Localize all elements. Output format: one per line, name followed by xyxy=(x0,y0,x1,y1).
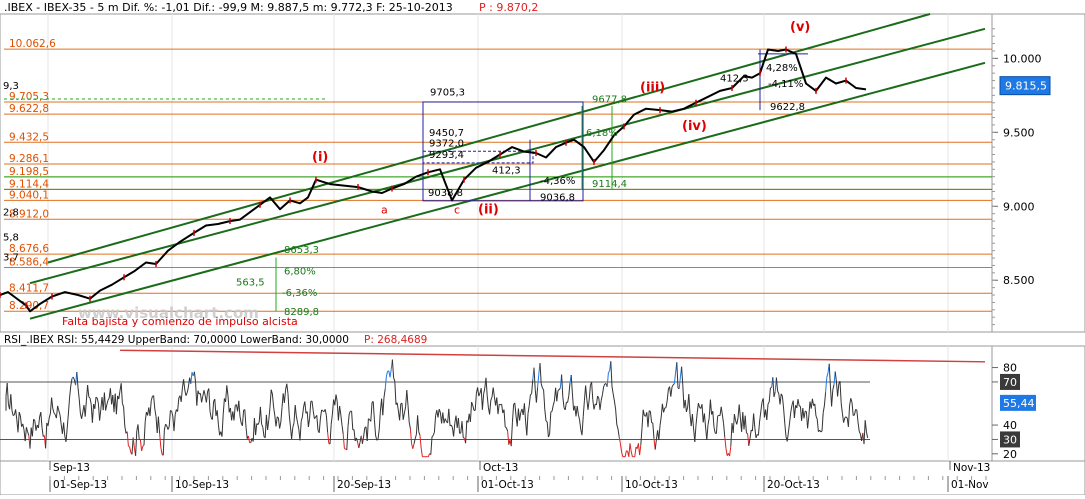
price-level-label: 9.705,3 xyxy=(9,91,49,103)
rsi-segment xyxy=(626,451,627,452)
chart-annotation: 412,3 xyxy=(492,166,521,177)
chart-annotation: c xyxy=(454,204,460,217)
chart-annotation: 9372,0 xyxy=(429,138,464,149)
y-tick-label: 9.500 xyxy=(1003,126,1035,139)
rsi-segment xyxy=(770,387,771,388)
chart-annotation: 9705,3 xyxy=(430,87,465,98)
rsi-segment xyxy=(649,411,650,412)
chart-annotation: 6,80% xyxy=(284,266,316,277)
partial-level-label: 5,8 xyxy=(3,233,19,244)
y-tick-label: 10.000 xyxy=(1003,52,1042,65)
partial-level-label: 3,7 xyxy=(3,252,19,263)
chart-annotation: 9622,8 xyxy=(770,102,805,113)
chart-annotation: (i) xyxy=(312,150,328,165)
chart-footnote: Falta bajista y comienzo de impulso alci… xyxy=(62,315,298,328)
rsi-legend-p: P: 268,4689 xyxy=(364,334,427,346)
chart-annotation: (ii) xyxy=(478,203,499,218)
x-month-label: Oct-13 xyxy=(483,462,518,474)
rsi-y-tick-label: 70 xyxy=(1003,376,1017,389)
rsi-y-tick-label: 80 xyxy=(1003,362,1017,375)
chart-annotation: 563,5 xyxy=(236,277,265,288)
rsi-y-tick-label: 40 xyxy=(1003,419,1017,432)
x-day-label: 01-Sep-13 xyxy=(53,479,107,491)
chart-annotation: 9038,8 xyxy=(428,188,463,199)
chart-annotation: -4,36% xyxy=(540,176,575,187)
price-level-label: 9.040,1 xyxy=(9,189,49,201)
chart-annotation: 9450,7 xyxy=(429,128,464,139)
rsi-segment xyxy=(344,449,345,450)
partial-level-label: 2,8 xyxy=(3,207,19,218)
chart-annotation: 8653,3 xyxy=(284,245,319,256)
rsi-legend: RSI_.IBEX RSI: 55,4429 UpperBand: 70,000… xyxy=(4,334,349,346)
rsi-segment xyxy=(821,431,822,432)
price-level-label: 9.622,8 xyxy=(9,103,49,115)
chart-annotation: 9293,4 xyxy=(429,150,464,161)
price-level-label: 10.062,6 xyxy=(9,38,56,50)
main-legend: .IBEX - IBEX-35 - 5 m Dif. %: -1,01 Dif.… xyxy=(4,1,453,14)
price-level-label: 9.198,5 xyxy=(9,166,49,178)
x-day-label: 10-Sep-13 xyxy=(175,479,229,491)
rsi-y-tick-label: 30 xyxy=(1003,433,1017,446)
price-level-label: 9.286,1 xyxy=(9,153,49,165)
x-day-label: 01-Nov xyxy=(951,479,989,491)
rsi-segment xyxy=(805,411,806,412)
rsi-segment xyxy=(460,433,461,434)
y-tick-label: 9.000 xyxy=(1003,200,1035,213)
current-price-label: 9.815,5 xyxy=(1005,80,1047,93)
chart-annotation: (iv) xyxy=(682,119,707,134)
chart-annotation: 9114,4 xyxy=(592,179,627,190)
rsi-segment xyxy=(551,411,552,412)
chart-annotation: (iii) xyxy=(640,81,665,96)
chart-svg: 10.062,6 9.705,39.622,8 9.432,5 9.286,19.19… xyxy=(0,0,1085,495)
chart-annotation: a xyxy=(381,204,388,217)
partial-level-label: 9,3 xyxy=(3,81,19,92)
chart-annotation: 412,3 xyxy=(720,73,749,84)
chart-annotation: -4,11% xyxy=(768,79,803,90)
chart-annotation: (v) xyxy=(790,20,810,35)
chart-annotation: -6,36% xyxy=(282,288,317,299)
x-month-label: Sep-13 xyxy=(53,462,90,474)
x-day-label: 01-Oct-13 xyxy=(481,479,534,491)
chart-window: 10.062,6 9.705,39.622,8 9.432,5 9.286,19.19… xyxy=(0,0,1085,495)
chart-annotation: 4,28% xyxy=(766,63,798,74)
time-axis xyxy=(0,461,1085,495)
chart-annotation: 6,18% xyxy=(586,128,618,139)
price-level-label: 8.411,7 xyxy=(9,282,49,294)
rsi-segment xyxy=(558,390,559,391)
y-tick-label: 8.500 xyxy=(1003,274,1035,287)
rsi-current-label: 55,44 xyxy=(1003,397,1035,410)
rsi-y-tick-label: 20 xyxy=(1003,448,1017,461)
main-legend-p: P : 9.870,2 xyxy=(479,1,538,14)
x-day-label: 20-Sep-13 xyxy=(337,479,391,491)
price-level-label: 9.432,5 xyxy=(9,131,49,143)
rsi-segment xyxy=(853,415,854,416)
chart-annotation: 9677,8 xyxy=(592,95,627,106)
chart-annotation: 9036,8 xyxy=(540,192,575,203)
x-day-label: 20-Oct-13 xyxy=(767,479,820,491)
x-month-label: Nov-13 xyxy=(953,462,990,474)
x-day-label: 10-Oct-13 xyxy=(625,479,678,491)
